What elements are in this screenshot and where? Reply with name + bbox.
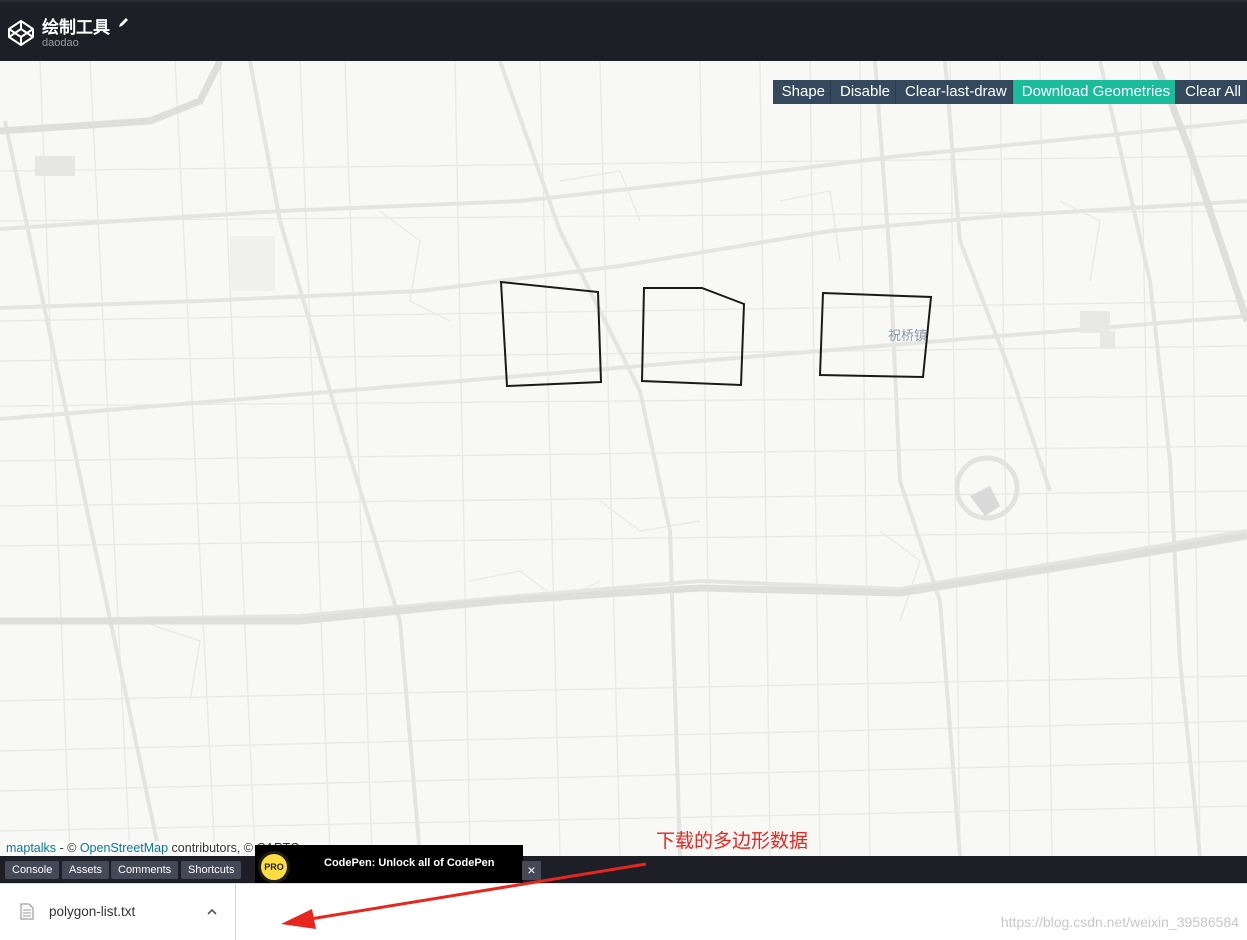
pen-author[interactable]: daodao (42, 37, 79, 49)
download-file-name: polygon-list.txt (49, 904, 136, 919)
pro-promo-banner[interactable]: PRO CodePen: Unlock all of CodePen (255, 845, 523, 883)
promo-close-button[interactable]: × (522, 861, 541, 880)
chevron-up-icon[interactable] (206, 906, 218, 918)
download-item[interactable]: polygon-list.txt (0, 884, 236, 940)
comments-button[interactable]: Comments (111, 861, 179, 879)
place-label-zhuqiao: 祝桥镇 (888, 329, 928, 344)
codepen-header: 绘制工具 daodao (0, 0, 1247, 61)
download-geometries-button[interactable]: Download Geometries (1012, 80, 1177, 104)
draw-toolbar: Shape Disable Clear-last-draw Download G… (772, 80, 1247, 104)
annotation-label: 下载的多边形数据 (656, 830, 809, 852)
clear-all-button[interactable]: Clear All (1176, 80, 1247, 104)
maptalks-link[interactable]: maptalks (6, 841, 56, 855)
shape-button[interactable]: Shape (772, 80, 831, 104)
map-tiles (0, 61, 1247, 856)
console-button[interactable]: Console (5, 861, 60, 879)
document-icon (20, 903, 34, 920)
clear-last-draw-button[interactable]: Clear-last-draw (896, 80, 1013, 104)
pro-badge-icon: PRO (258, 851, 290, 883)
pencil-icon[interactable] (117, 16, 130, 29)
openstreetmap-link[interactable]: OpenStreetMap (80, 841, 168, 855)
download-shelf: polygon-list.txt https://blog.csdn.net/w… (0, 883, 1247, 940)
map-canvas[interactable]: 祝桥镇 Shape Disable Clear-last-draw Downlo… (0, 61, 1247, 856)
assets-button[interactable]: Assets (62, 861, 110, 879)
pen-title[interactable]: 绘制工具 (42, 13, 110, 38)
csdn-watermark: https://blog.csdn.net/weixin_39586584 (1000, 914, 1239, 930)
codepen-logo-icon[interactable] (7, 19, 35, 47)
attribution-separator: - © (56, 841, 80, 855)
codepen-footer: Console Assets Comments Shortcuts PRO Co… (0, 845, 1247, 883)
disable-button[interactable]: Disable (831, 80, 897, 104)
promo-text: CodePen: Unlock all of CodePen (324, 857, 495, 869)
shortcuts-button[interactable]: Shortcuts (181, 861, 242, 879)
